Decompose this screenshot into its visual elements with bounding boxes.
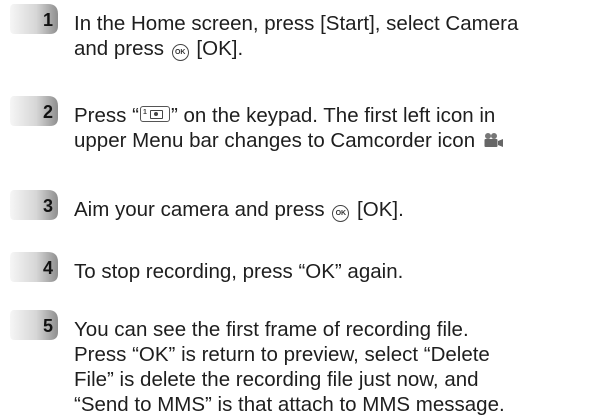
camcorder-icon [484, 133, 503, 147]
step-number: 3 [42, 196, 53, 216]
step-text-segment: upper Menu bar changes to Camcorder icon [74, 129, 476, 152]
step-text: To stop recording, press “OK” again. [74, 259, 594, 284]
step-text-segment: File” is delete the recording file just … [74, 368, 479, 391]
ok-button-icon: OK [332, 205, 350, 222]
step-text-segment: “Send to MMS” is that attach to MMS mess… [74, 393, 505, 416]
step-number-badge: 1 [8, 2, 60, 36]
step-1: 1 In the Home screen, press [Start], sel… [0, 2, 596, 72]
camera-glyph-icon [149, 110, 163, 119]
step-text-segment: In the Home screen, press [Start], selec… [74, 12, 519, 35]
step-3: 3 Aim your camera and press OK [OK]. [0, 188, 596, 228]
step-text-segment: [OK]. [190, 37, 244, 60]
step-text-segment: You can see the first frame of recording… [74, 318, 469, 341]
step-number-badge: 3 [8, 188, 60, 222]
step-text-segment: [OK]. [351, 198, 404, 221]
step-line: Aim your camera and press OK [OK]. [74, 197, 594, 222]
step-line: To stop recording, press “OK” again. [74, 259, 594, 284]
step-text-segment: and press [74, 37, 170, 60]
step-number: 1 [42, 10, 53, 30]
step-text: Press “1 ” on the keypad. The first left … [74, 103, 594, 153]
step-number: 2 [42, 102, 53, 122]
step-line: upper Menu bar changes to Camcorder icon [74, 128, 594, 153]
step-number-badge: 2 [8, 94, 60, 128]
step-text-segment: Press “ [74, 104, 139, 127]
step-5: 5 You can see the first frame of recordi… [0, 308, 596, 418]
step-line: File” is delete the recording file just … [74, 367, 594, 392]
step-line: and press OK [OK]. [74, 36, 594, 61]
step-line: “Send to MMS” is that attach to MMS mess… [74, 392, 594, 417]
step-line: You can see the first frame of recording… [74, 317, 594, 342]
step-line: In the Home screen, press [Start], selec… [74, 11, 594, 36]
keypad-key-number: 1 [142, 109, 147, 116]
step-number-badge: 4 [8, 250, 60, 284]
step-number: 4 [42, 258, 53, 278]
step-2: 2 Press “1 ” on the keypad. The first lef… [0, 94, 596, 164]
step-number-badge: 5 [8, 308, 60, 342]
step-line: Press “1 ” on the keypad. The first left … [74, 103, 594, 128]
step-text-segment: ” on the keypad. The first left icon in [170, 104, 496, 127]
step-line: Press “OK” is return to preview, select … [74, 342, 594, 367]
step-number: 5 [42, 316, 53, 336]
step-text: Aim your camera and press OK [OK]. [74, 197, 594, 222]
step-text-segment: To stop recording, press “OK” again. [74, 260, 404, 283]
keypad-camera-key-icon: 1 [139, 106, 170, 122]
step-text-segment: Press “OK” is return to preview, select … [74, 343, 490, 366]
step-4: 4 To stop recording, press “OK” again. [0, 250, 596, 290]
step-text: In the Home screen, press [Start], selec… [74, 11, 594, 61]
step-text-segment: Aim your camera and press [74, 198, 331, 221]
step-text: You can see the first frame of recording… [74, 317, 594, 417]
ok-button-icon: OK [171, 44, 189, 61]
